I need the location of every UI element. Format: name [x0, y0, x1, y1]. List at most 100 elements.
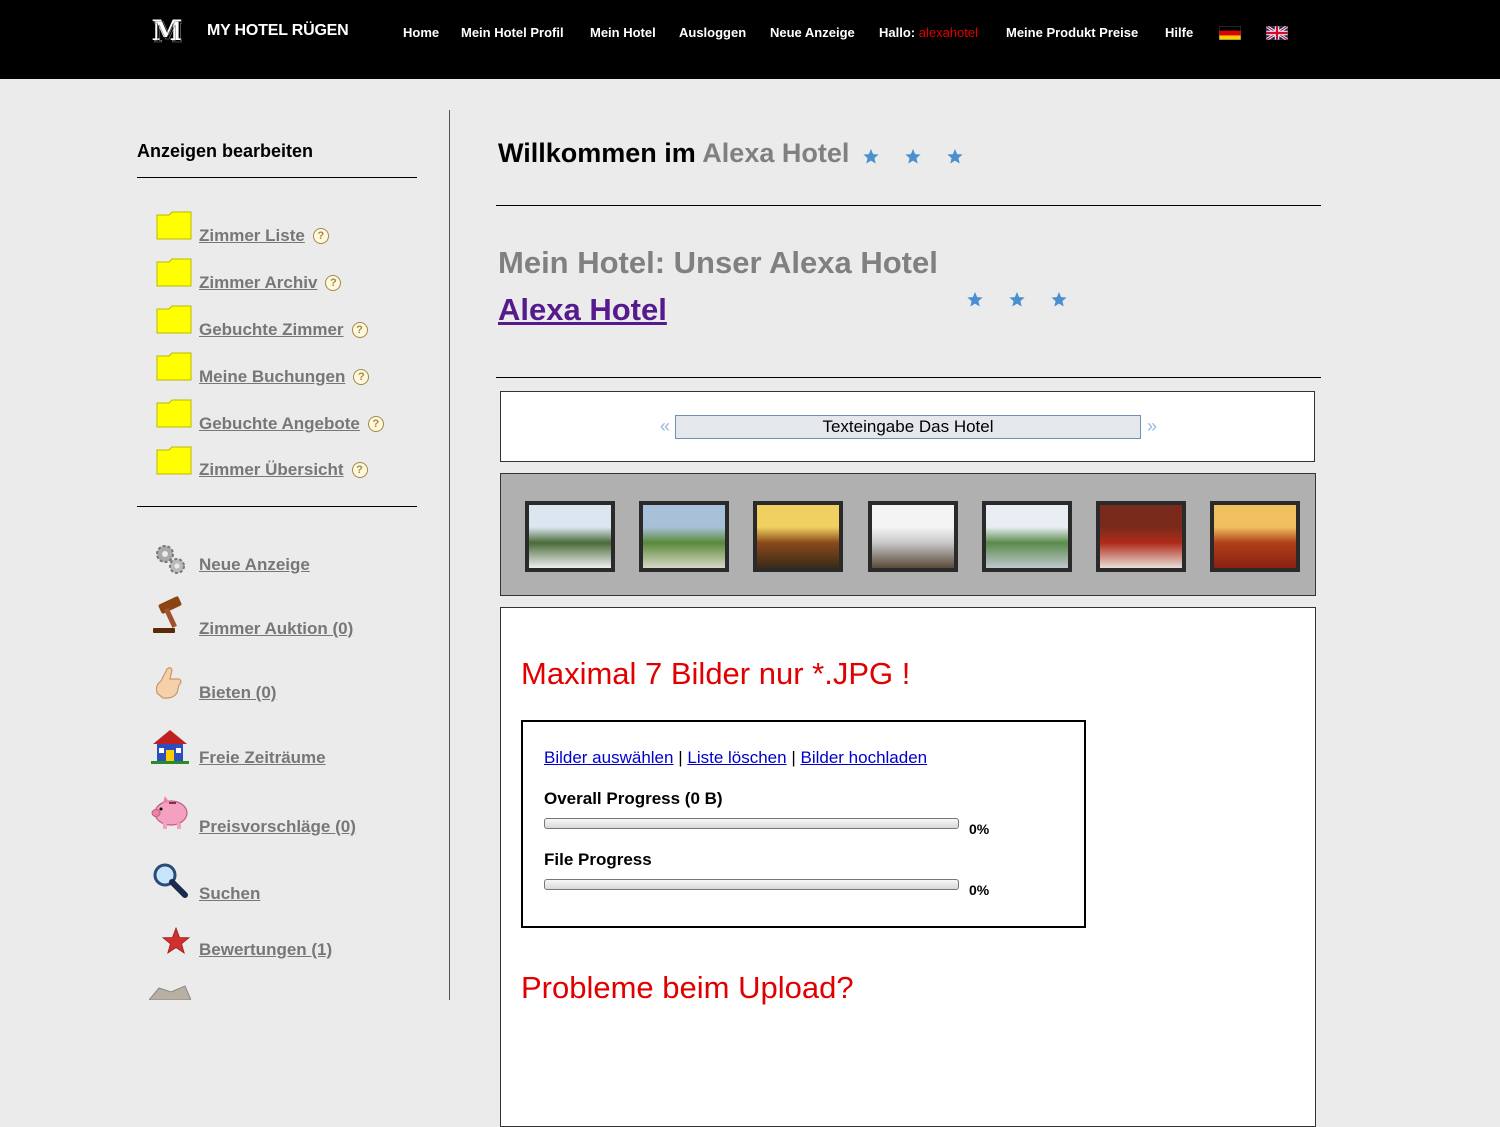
star-icon[interactable]: [149, 924, 191, 964]
greeting-label: Hallo:: [879, 25, 916, 40]
username[interactable]: alexahotel: [919, 25, 978, 40]
help-icon[interactable]: ?: [351, 322, 368, 338]
sidebar-link-meine-buchungen[interactable]: Meine Buchungen?: [199, 367, 370, 387]
upload-images-link[interactable]: Bilder hochladen: [800, 748, 927, 767]
nav-product-prices[interactable]: Meine Produkt Preise: [1006, 25, 1138, 40]
help-icon[interactable]: ?: [353, 369, 370, 385]
folder-icon[interactable]: [156, 211, 192, 240]
gears-icon[interactable]: [149, 540, 191, 580]
clear-list-link[interactable]: Liste löschen: [687, 748, 786, 767]
sidebar-link-gebuchte-zimmer[interactable]: Gebuchte Zimmer?: [199, 320, 368, 340]
help-icon[interactable]: ?: [351, 462, 368, 478]
nav-help[interactable]: Hilfe: [1165, 25, 1193, 40]
piggy-bank-icon[interactable]: [149, 793, 191, 833]
sidebar-divider: [137, 177, 417, 178]
lobby-photo[interactable]: [753, 501, 844, 572]
rating-star-icon: [967, 292, 983, 307]
balcony-photo[interactable]: [867, 501, 958, 572]
sidebar-link-bieten[interactable]: Bieten (0): [199, 683, 276, 703]
star-rating: [967, 292, 1067, 307]
nav-my-hotel[interactable]: Mein Hotel: [590, 25, 656, 40]
folder-icon[interactable]: [156, 446, 192, 475]
help-icon[interactable]: ?: [367, 416, 384, 432]
rating-stars: [967, 292, 1067, 307]
welcome-prefix: Willkommen im: [498, 138, 696, 168]
title-divider: [496, 205, 1321, 206]
gavel-icon[interactable]: [149, 596, 191, 636]
thumbnail-gallery: [500, 473, 1316, 596]
folder-icon[interactable]: [156, 399, 192, 428]
upload-panel: Maximal 7 Bilder nur *.JPG ! Bilder ausw…: [500, 607, 1316, 1127]
nav-hotel-profile[interactable]: Mein Hotel Profil: [461, 25, 564, 40]
view-photo[interactable]: [981, 501, 1072, 572]
hotel-link[interactable]: Alexa Hotel: [498, 292, 667, 328]
magnifier-icon[interactable]: [149, 860, 191, 900]
sidebar-link-bewertungen[interactable]: Bewertungen (1): [199, 940, 332, 960]
select-images-link[interactable]: Bilder auswählen: [544, 748, 673, 767]
house-icon[interactable]: [149, 726, 191, 766]
nav-logout[interactable]: Ausloggen: [679, 25, 746, 40]
help-icon[interactable]: ?: [312, 228, 329, 244]
rating-star-icon: [947, 149, 963, 164]
uploader-actions: Bilder auswählen | Liste löschen | Bilde…: [544, 748, 927, 768]
uk-flag-icon[interactable]: [1266, 26, 1288, 40]
folder-icon[interactable]: [156, 352, 192, 381]
hotel-exterior-photo[interactable]: [525, 501, 615, 572]
upload-limit-notice: Maximal 7 Bilder nur *.JPG !: [521, 656, 911, 691]
link-label[interactable]: Meine Buchungen: [199, 367, 345, 386]
overall-progress-percent: 0%: [969, 821, 990, 837]
rating-star-icon: [1051, 292, 1067, 307]
file-progress-percent: 0%: [969, 882, 990, 898]
overall-progress-bar: [544, 818, 959, 829]
section-divider: [496, 377, 1321, 378]
sidebar-link-zimmer-auktion[interactable]: Zimmer Auktion (0): [199, 619, 353, 639]
rating-star-icon: [863, 149, 879, 164]
rating-stars: [863, 149, 963, 164]
file-progress-bar: [544, 879, 959, 890]
sidebar-separator: [449, 110, 450, 1000]
link-label[interactable]: Zimmer Übersicht: [199, 460, 344, 479]
map-icon[interactable]: [149, 982, 191, 1000]
text-input-button[interactable]: Texteingabe Das Hotel: [675, 415, 1141, 439]
sidebar-link-neue-anzeige[interactable]: Neue Anzeige: [199, 555, 310, 575]
nav-new-ad[interactable]: Neue Anzeige: [770, 25, 855, 40]
hand-icon[interactable]: [149, 663, 191, 703]
sidebar-divider: [137, 506, 417, 507]
sidebar-link-freie-zeitraeume[interactable]: Freie Zeiträume: [199, 748, 326, 768]
brand-name[interactable]: MY HOTEL RÜGEN: [207, 22, 349, 40]
upload-problems-heading: Probleme beim Upload?: [521, 970, 854, 1005]
sidebar-link-gebuchte-angebote[interactable]: Gebuchte Angebote?: [199, 414, 384, 434]
separator: |: [791, 748, 796, 767]
page-title: Willkommen im Alexa Hotel: [498, 138, 849, 169]
uploader-widget: Bilder auswählen | Liste löschen | Bilde…: [521, 720, 1086, 928]
link-label[interactable]: Zimmer Archiv: [199, 273, 317, 292]
nav-home[interactable]: Home: [403, 25, 439, 40]
star-rating: [863, 149, 963, 164]
german-flag-icon[interactable]: [1219, 26, 1241, 40]
link-label[interactable]: Gebuchte Zimmer: [199, 320, 344, 339]
folder-icon[interactable]: [156, 258, 192, 287]
sidebar-link-zimmer-uebersicht[interactable]: Zimmer Übersicht?: [199, 460, 368, 480]
sidebar-link-suchen[interactable]: Suchen: [199, 884, 260, 904]
sidebar-link-zimmer-archiv[interactable]: Zimmer Archiv?: [199, 273, 342, 293]
sidebar-title: Anzeigen bearbeiten: [137, 141, 314, 161]
garden-photo[interactable]: [639, 501, 730, 572]
next-arrow-icon[interactable]: »: [1147, 416, 1157, 437]
rating-star-icon: [1009, 292, 1025, 307]
prev-arrow-icon[interactable]: «: [660, 416, 670, 437]
file-progress-label: File Progress: [544, 850, 652, 869]
svg-text:M: M: [154, 16, 183, 44]
link-label[interactable]: Zimmer Liste: [199, 226, 305, 245]
staircase-photo[interactable]: [1210, 501, 1301, 572]
hotel-subtitle: Mein Hotel: Unser Alexa Hotel: [498, 245, 938, 280]
room-photo[interactable]: [1096, 501, 1186, 572]
sidebar-link-zimmer-liste[interactable]: Zimmer Liste?: [199, 226, 329, 246]
help-icon[interactable]: ?: [325, 275, 342, 291]
folder-icon[interactable]: [156, 305, 192, 334]
nav-greeting: Hallo: alexahotel: [879, 25, 978, 40]
top-navbar: M M MY HOTEL RÜGEN Home Mein Hotel Profi…: [0, 0, 1500, 79]
welcome-hotel-name: Alexa Hotel: [702, 138, 850, 168]
logo-icon[interactable]: M M: [152, 16, 182, 44]
sidebar-link-preisvorschlaege[interactable]: Preisvorschläge (0): [199, 817, 356, 837]
link-label[interactable]: Gebuchte Angebote: [199, 414, 360, 433]
